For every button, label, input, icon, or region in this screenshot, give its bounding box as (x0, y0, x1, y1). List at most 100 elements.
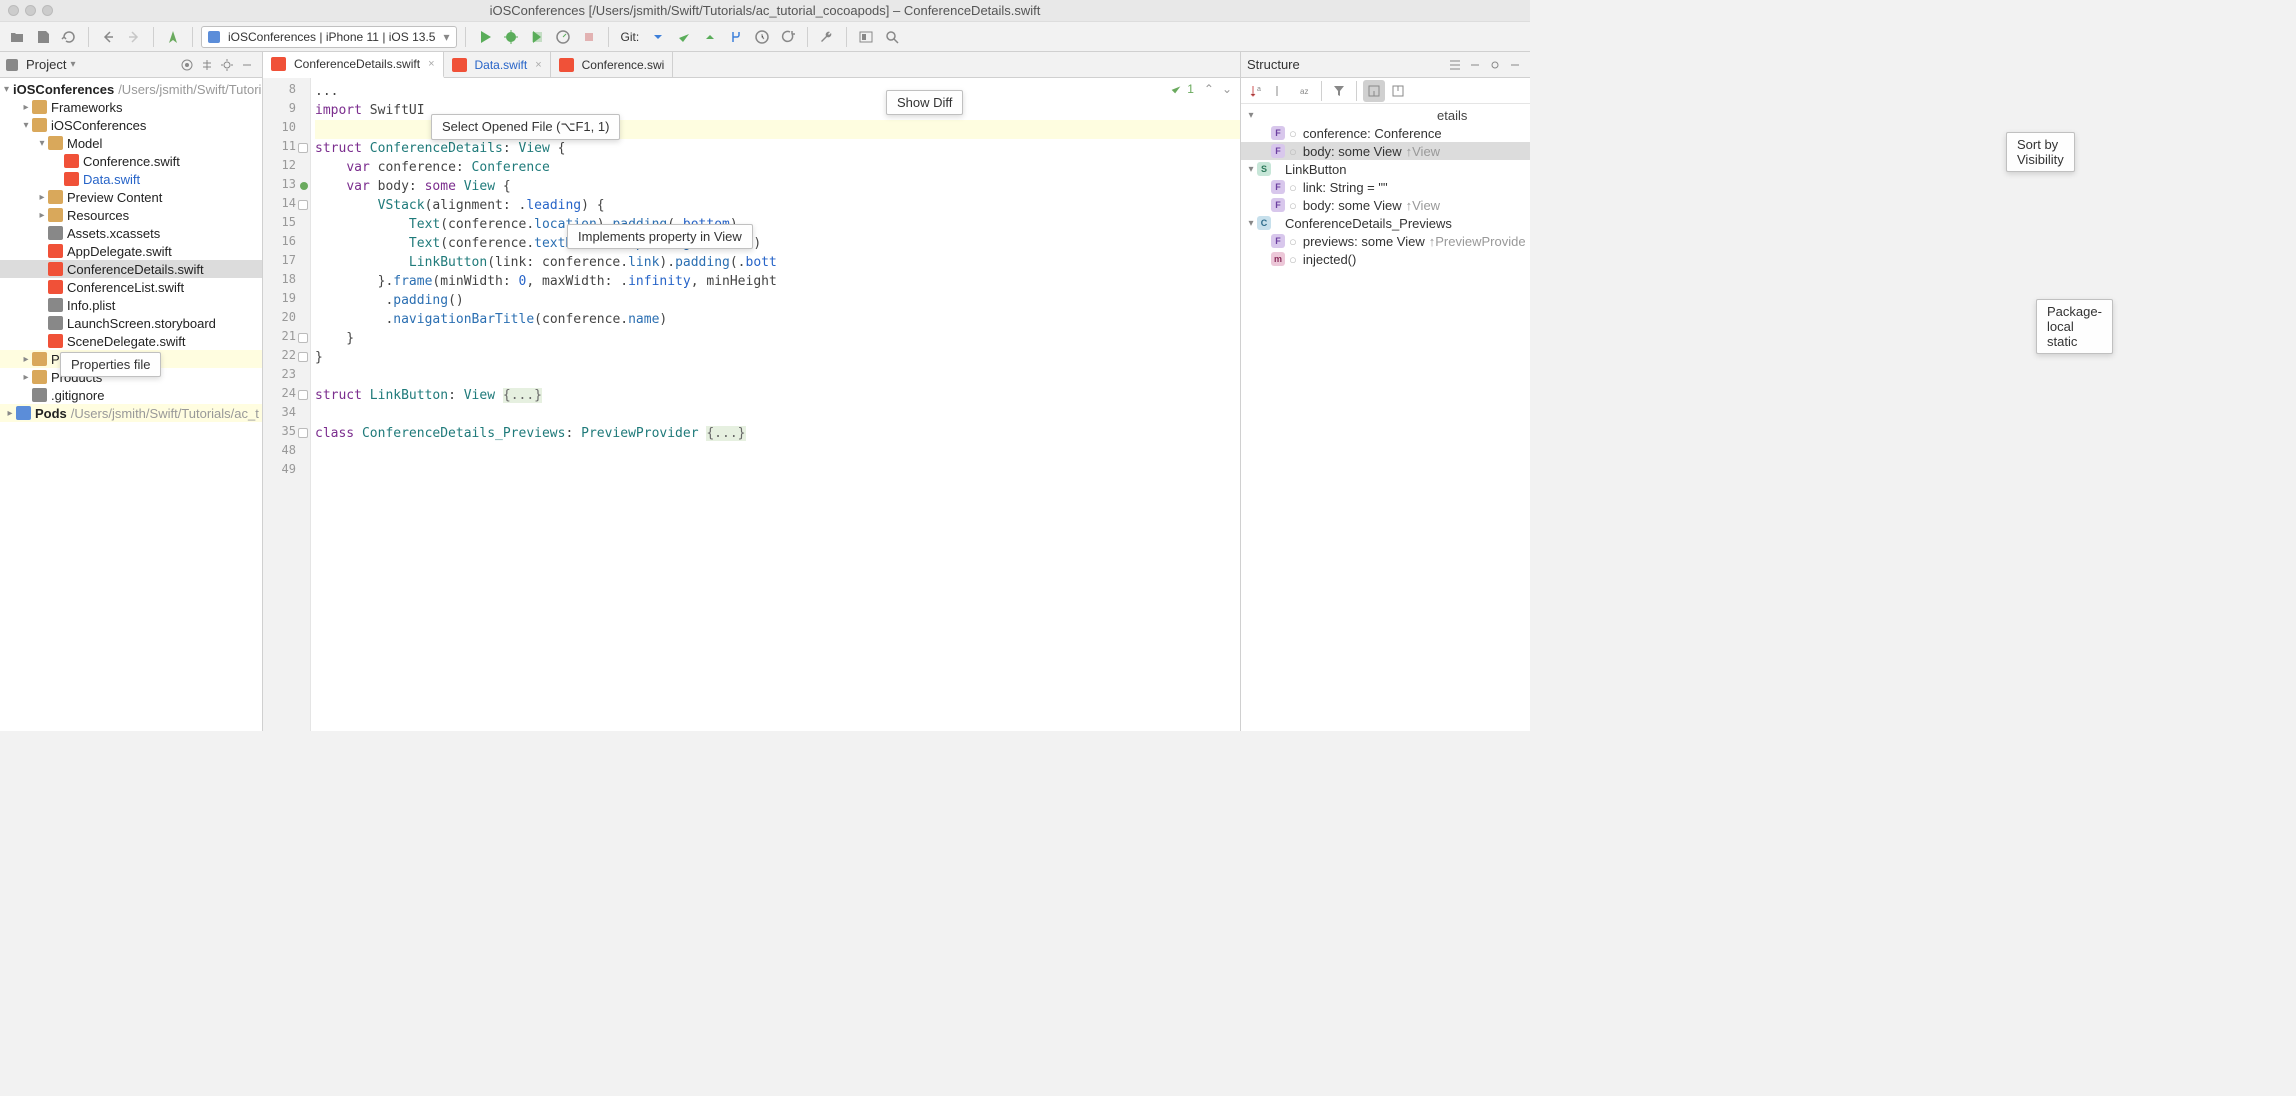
tree-item[interactable]: ConferenceList.swift (0, 278, 262, 296)
file-icon (32, 388, 47, 402)
project-tool-window: Project ▾ ▾ iOSConferences /Users/jsmith… (0, 52, 263, 731)
struct-item[interactable]: F○previews: some View↑PreviewProvide (1241, 232, 1530, 250)
tree-item[interactable]: SceneDelegate.swift (0, 332, 262, 350)
sort-visibility-icon[interactable] (1363, 80, 1385, 102)
filter-icon[interactable] (1328, 80, 1350, 102)
git-commit-icon[interactable] (673, 26, 695, 48)
struct-item[interactable]: F○conference: Conference (1241, 124, 1530, 142)
tree-item-selected[interactable]: ConferenceDetails.swift (0, 260, 262, 278)
search-everywhere-icon[interactable] (881, 26, 903, 48)
struct-item-selected[interactable]: F○body: some View↑View (1241, 142, 1530, 160)
ide-settings-icon[interactable] (855, 26, 877, 48)
close-icon[interactable]: × (535, 59, 541, 71)
structure-tree[interactable]: ▾etails F○conference: Conference F○body:… (1241, 104, 1530, 731)
autoscroll-icon[interactable] (1387, 80, 1409, 102)
forward-icon[interactable] (123, 26, 145, 48)
gear-icon[interactable] (218, 56, 236, 74)
back-icon[interactable] (97, 26, 119, 48)
git-pull-icon[interactable] (647, 26, 669, 48)
run-config-label: iOSConferences | iPhone 11 | iOS 13.5 (228, 30, 435, 44)
tab-conference-details[interactable]: ConferenceDetails.swift × (263, 52, 444, 78)
tree-root[interactable]: ▾ iOSConferences /Users/jsmith/Swift/Tut… (0, 80, 262, 98)
struct-label: ConferenceDetails_Previews (1285, 216, 1452, 231)
project-label: Project (26, 57, 66, 72)
tree-path: /Users/jsmith/Swift/Tutorials/ac_t (71, 406, 259, 421)
profile-icon[interactable] (552, 26, 574, 48)
tree-label: Info.plist (67, 298, 115, 313)
project-view-selector[interactable]: Project ▾ (6, 57, 174, 72)
tree-item[interactable]: ▸Frameworks (0, 98, 262, 116)
tree-item[interactable]: Conference.swift (0, 152, 262, 170)
coverage-icon[interactable] (526, 26, 548, 48)
project-tree[interactable]: ▾ iOSConferences /Users/jsmith/Swift/Tut… (0, 78, 262, 731)
tab-label: Conference.swi (582, 58, 665, 72)
struct-anno: ↑View (1406, 198, 1440, 213)
struct-item[interactable]: ▾CConferenceDetails_Previews (1241, 214, 1530, 232)
open-icon[interactable] (6, 26, 28, 48)
hide-icon[interactable] (1466, 56, 1484, 74)
structure-panel-header: Structure (1241, 52, 1530, 78)
tree-label: ConferenceList.swift (67, 280, 184, 295)
struct-item[interactable]: ▾etails (1241, 106, 1530, 124)
struct-item[interactable]: F○body: some View↑View (1241, 196, 1530, 214)
tree-item[interactable]: AppDelegate.swift (0, 242, 262, 260)
tree-label: Resources (67, 208, 129, 223)
tree-label: iOSConferences (13, 82, 114, 97)
swift-file-icon (559, 58, 574, 72)
minimize-icon[interactable] (1506, 56, 1524, 74)
expand-all-icon[interactable] (198, 56, 216, 74)
editor-code[interactable]: ...import SwiftUI struct ConferenceDetai… (311, 78, 1240, 731)
tooltip-implements: Implements property in View (567, 224, 753, 249)
tree-item[interactable]: Data.swift (0, 170, 262, 188)
debug-icon[interactable] (500, 26, 522, 48)
swift-file-icon (48, 280, 63, 294)
save-icon[interactable] (32, 26, 54, 48)
field-badge-icon: F (1271, 180, 1285, 194)
swift-file-icon (64, 154, 79, 168)
build-icon[interactable] (162, 26, 184, 48)
folder-icon (48, 136, 63, 150)
sort-type-icon[interactable] (1269, 80, 1291, 102)
run-icon[interactable] (474, 26, 496, 48)
stop-icon[interactable] (578, 26, 600, 48)
wrench-icon[interactable] (816, 26, 838, 48)
swift-file-icon (48, 334, 63, 348)
tree-item[interactable]: ▾iOSConferences (0, 116, 262, 134)
tooltip-properties-file: Properties file (60, 352, 161, 377)
sort-alpha-icon[interactable]: a (1245, 80, 1267, 102)
struct-item[interactable]: m○injected() (1241, 250, 1530, 268)
git-branch-icon[interactable] (725, 26, 747, 48)
tree-label: Frameworks (51, 100, 123, 115)
tree-label: .gitignore (51, 388, 104, 403)
tree-item[interactable]: Assets.xcassets (0, 224, 262, 242)
struct-item[interactable]: ▾SLinkButton (1241, 160, 1530, 178)
refresh-icon[interactable] (58, 26, 80, 48)
editor-gutter[interactable]: 8 9 10 11 12 13 14 15 16 17 18 19 20 21 … (263, 78, 311, 731)
struct-badge-icon: S (1257, 162, 1271, 176)
git-rollback-icon[interactable] (777, 26, 799, 48)
tree-item[interactable]: ▸Resources (0, 206, 262, 224)
gear-icon[interactable] (1486, 56, 1504, 74)
tab-data[interactable]: Data.swift × (444, 52, 551, 77)
tree-item[interactable]: LaunchScreen.storyboard (0, 314, 262, 332)
tree-item[interactable]: Info.plist (0, 296, 262, 314)
storyboard-file-icon (48, 316, 63, 330)
select-opened-file-icon[interactable] (178, 56, 196, 74)
tree-item[interactable]: ▾Model (0, 134, 262, 152)
hide-icon[interactable] (238, 56, 256, 74)
tree-label: Assets.xcassets (67, 226, 160, 241)
git-history-icon[interactable] (751, 26, 773, 48)
view-mode-icon[interactable] (1446, 56, 1464, 74)
editor-area: ConferenceDetails.swift × Data.swift × C… (263, 52, 1240, 731)
tab-conference[interactable]: Conference.swi (551, 52, 674, 77)
struct-label: conference: Conference (1303, 126, 1442, 141)
tree-item[interactable]: ▸Preview Content (0, 188, 262, 206)
tab-label: ConferenceDetails.swift (294, 57, 420, 71)
sort-az-icon[interactable]: az (1293, 80, 1315, 102)
close-icon[interactable]: × (428, 58, 434, 70)
tree-item[interactable]: ▸Pods/Users/jsmith/Swift/Tutorials/ac_t (0, 404, 262, 422)
tree-item[interactable]: .gitignore (0, 386, 262, 404)
git-push-icon[interactable] (699, 26, 721, 48)
struct-item[interactable]: F○link: String = "" (1241, 178, 1530, 196)
run-configuration-selector[interactable]: iOSConferences | iPhone 11 | iOS 13.5 ▾ (201, 26, 457, 48)
